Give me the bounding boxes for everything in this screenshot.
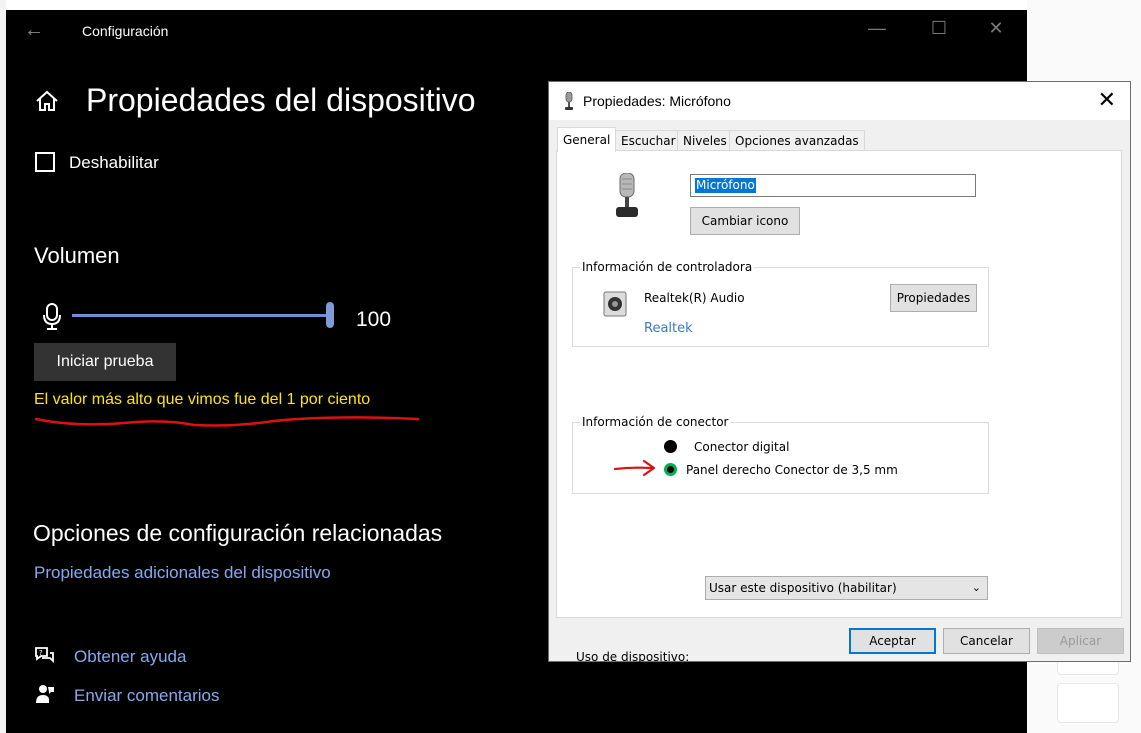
green-jack-icon bbox=[664, 463, 677, 476]
chevron-down-icon: ⌄ bbox=[971, 581, 981, 594]
controller-info-group: Información de controladora Realtek(R) A… bbox=[572, 260, 989, 347]
device-usage-label: Uso de dispositivo: bbox=[576, 650, 690, 664]
device-name-text: Micrófono bbox=[695, 178, 756, 193]
microphone-icon bbox=[43, 303, 61, 330]
app-title: Configuración bbox=[82, 23, 169, 39]
red-underline-annotation bbox=[34, 416, 420, 427]
device-name-input[interactable]: Micrófono bbox=[690, 174, 976, 197]
get-help-link[interactable]: Obtener ayuda bbox=[74, 647, 186, 667]
connector-info-label: Información de conector bbox=[580, 415, 731, 429]
help-icon: ? bbox=[35, 647, 54, 664]
background-card bbox=[1057, 683, 1119, 723]
device-usage-select[interactable]: Usar este dispositivo (habilitar) ⌄ bbox=[705, 576, 988, 600]
volume-slider-track[interactable] bbox=[72, 314, 334, 317]
peak-level-message: El valor más alto que vimos fue del 1 po… bbox=[34, 391, 371, 408]
svg-text:?: ? bbox=[39, 649, 43, 657]
additional-properties-link[interactable]: Propiedades adicionales del dispositivo bbox=[34, 563, 331, 583]
red-arrow-annotation bbox=[613, 459, 656, 477]
controller-info-label: Información de controladora bbox=[580, 260, 755, 274]
device-usage-value: Usar este dispositivo (habilitar) bbox=[709, 581, 897, 595]
connector-panel-label: Panel derecho Conector de 3,5 mm bbox=[686, 463, 898, 477]
controller-properties-button[interactable]: Propiedades bbox=[890, 284, 977, 312]
disable-checkbox[interactable] bbox=[35, 152, 55, 172]
volume-heading: Volumen bbox=[34, 243, 120, 268]
settings-titlebar: ← Configuración — ☐ ✕ bbox=[6, 10, 1027, 52]
page-title: Propiedades del dispositivo bbox=[86, 82, 476, 118]
volume-slider-thumb[interactable] bbox=[326, 302, 334, 328]
microphone-properties-dialog: Propiedades: Micrófono ✕ General Escucha… bbox=[548, 81, 1131, 664]
start-test-button[interactable]: Iniciar prueba bbox=[34, 343, 176, 381]
send-feedback-link[interactable]: Enviar comentarios bbox=[74, 686, 220, 706]
general-tab-panel: Micrófono Cambiar icono Información de c… bbox=[556, 150, 1122, 664]
microphone-icon bbox=[565, 92, 573, 110]
tab-levels[interactable]: Niveles bbox=[677, 130, 733, 151]
volume-value: 100 bbox=[356, 308, 392, 331]
tab-listen[interactable]: Escuchar bbox=[615, 130, 682, 151]
minimize-icon[interactable]: — bbox=[857, 18, 897, 39]
dialog-title: Propiedades: Micrófono bbox=[583, 93, 731, 109]
digital-connector-icon bbox=[664, 440, 677, 453]
microphone-device-icon bbox=[616, 173, 638, 217]
close-icon[interactable]: ✕ bbox=[976, 18, 1016, 39]
dialog-close-icon[interactable]: ✕ bbox=[1098, 88, 1116, 113]
back-arrow-icon[interactable]: ← bbox=[24, 19, 44, 42]
tab-general[interactable]: General bbox=[557, 127, 617, 152]
change-icon-button[interactable]: Cambiar icono bbox=[690, 207, 800, 235]
controller-vendor-link[interactable]: Realtek bbox=[644, 321, 693, 336]
related-settings-heading: Opciones de configuración relacionadas bbox=[33, 520, 443, 546]
controller-name: Realtek(R) Audio bbox=[644, 291, 745, 305]
cancel-button[interactable]: Cancelar bbox=[943, 628, 1030, 654]
tab-advanced[interactable]: Opciones avanzadas bbox=[729, 130, 865, 151]
dialog-titlebar: Propiedades: Micrófono ✕ bbox=[549, 82, 1130, 120]
connector-digital-label: Conector digital bbox=[694, 440, 790, 454]
home-icon[interactable] bbox=[34, 88, 60, 114]
ok-button[interactable]: Aceptar bbox=[849, 628, 936, 654]
apply-button[interactable]: Aplicar bbox=[1037, 628, 1124, 654]
speaker-icon bbox=[603, 291, 627, 317]
feedback-icon bbox=[36, 685, 54, 703]
maximize-icon[interactable]: ☐ bbox=[919, 18, 959, 39]
disable-label: Deshabilitar bbox=[69, 153, 159, 172]
